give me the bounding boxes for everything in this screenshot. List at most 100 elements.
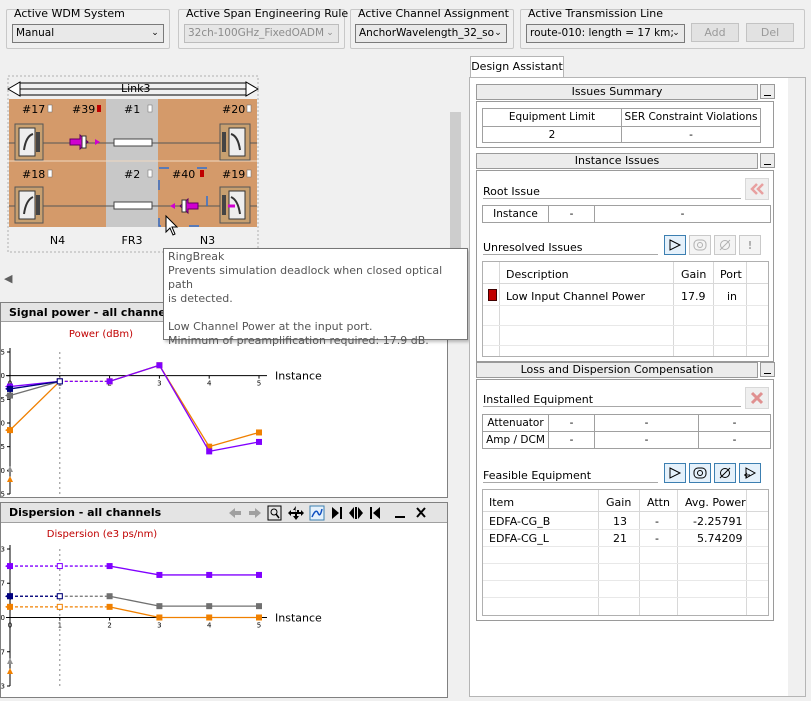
arrow-right-icon[interactable] (249, 508, 261, 518)
dcm-filter-icon[interactable] (689, 235, 711, 255)
sp-series-3-point (56, 378, 63, 385)
sp-series-0-point (256, 429, 262, 436)
amplifier-filter-icon[interactable] (664, 463, 686, 483)
dispersion-panel: Dispersion - all channels 1.93103 0.96551… (0, 502, 448, 698)
attenuator-filter-icon[interactable] (714, 235, 736, 255)
node-column-n4: N4 (49, 234, 66, 247)
tooltip-line3: Low Channel Power at the input port. (168, 320, 373, 333)
ringbreak-tooltip: RingBreak Prevents simulation deadlock w… (163, 248, 468, 347)
step-back-icon[interactable] (370, 507, 380, 519)
topology-vscroll-thumb[interactable] (450, 112, 461, 270)
issues-summary-section: Equipment Limit Violations SER Constrain… (476, 101, 774, 148)
minimize-icon[interactable] (395, 516, 405, 518)
span-rule-select[interactable]: 32ch-100GHz_FixedOADM ⌄ (184, 24, 339, 43)
pan-icon[interactable] (288, 506, 304, 520)
expand-icon[interactable] (349, 507, 363, 519)
chevron-down-icon: ⌄ (494, 28, 502, 38)
dp-series-3-point (106, 603, 113, 610)
issues-col-desc: Description (506, 268, 569, 281)
warning-filter-icon[interactable]: ! (739, 235, 761, 255)
design-assistant-vscrollbar[interactable] (788, 78, 805, 696)
dp-series-2-point (56, 593, 63, 600)
chevron-down-icon: ⌄ (326, 28, 334, 38)
sp-ytick-label: -20 (1, 467, 5, 475)
instance-1[interactable]: #1 (124, 103, 140, 116)
wdm-system-label: Active WDM System (14, 7, 125, 20)
transmission-line-label: Active Transmission Line (528, 7, 664, 20)
channel-assignment-select[interactable]: AnchorWavelength_32_so ⌄ (355, 24, 507, 43)
minimize-icon[interactable] (760, 84, 775, 99)
instance-2[interactable]: #2 (124, 168, 140, 181)
dp-outofrange-marker (7, 668, 13, 674)
dp-ytick-label: 0.965517 (1, 580, 5, 588)
dp-ytick-label: -0.965517 (1, 648, 5, 656)
dp-series-3-point (256, 614, 262, 621)
installed-amp-c3: - (698, 431, 771, 449)
dp-xtick-label: 0 (8, 622, 12, 630)
instance-19[interactable]: #19 (222, 168, 245, 181)
attenuator-filter-icon[interactable] (714, 463, 736, 483)
dp-series-1-point (156, 603, 163, 610)
feasible-power: 5.74209 (697, 532, 743, 545)
amp-dcm-filter-icon[interactable] (739, 463, 761, 483)
node-column-n3: N3 (199, 234, 216, 247)
root-issue-label: Root Issue (483, 185, 741, 199)
tab-design-assistant[interactable]: Design Assistant (470, 56, 564, 77)
minimize-icon[interactable] (760, 362, 775, 377)
loss-dispersion-header[interactable]: Loss and Dispersion Compensation (476, 362, 758, 378)
minimize-icon[interactable] (760, 153, 775, 168)
amplifier-filter-icon[interactable] (664, 235, 686, 255)
del-button[interactable]: Del (746, 23, 794, 42)
dp-xtick-label: 3 (157, 622, 161, 630)
arrow-left-icon[interactable] (229, 508, 241, 518)
issue-severity-marker (488, 289, 497, 301)
wdm-system-select[interactable]: Manual ⌄ (12, 24, 164, 43)
chevron-down-icon: ⌄ (672, 28, 680, 38)
sp-outofrange-marker (7, 466, 13, 472)
dp-series-3-point (56, 603, 63, 610)
instance-40[interactable]: #40 (172, 168, 195, 181)
feasible-gain: 13 (613, 515, 627, 528)
dp-series-3-segment (109, 606, 160, 619)
installed-attenuator-c3: - (698, 414, 771, 432)
dp-series-0-segment (109, 565, 160, 576)
feasible-power: -2.25791 (693, 515, 743, 528)
close-icon[interactable] (416, 507, 426, 518)
instance-20[interactable]: #20 (222, 103, 245, 116)
instance-18[interactable]: #18 (22, 168, 45, 181)
signal-power-title: Signal power - all channels (9, 306, 177, 319)
summary-val-ser: - (621, 126, 761, 143)
summary-col-ser: SER Constraint Violations (621, 108, 761, 127)
dp-series-3-point (156, 614, 163, 621)
sp-series-1-segment (109, 364, 160, 382)
dp-ytick-label: 0 (1, 614, 5, 622)
issue-port: in (727, 290, 738, 303)
instance-issues-header[interactable]: Instance Issues (476, 153, 758, 169)
feasible-col-attn: Attn (647, 496, 670, 509)
dispersion-title: Dispersion - all channels (9, 506, 162, 519)
dp-series-3-point (206, 614, 213, 621)
sp-ytick-label: -25 (1, 491, 5, 498)
instance-17[interactable]: #17 (22, 103, 45, 116)
zoom-icon[interactable] (267, 505, 282, 521)
sp-series-1-segment (158, 364, 210, 452)
collapse-all-icon[interactable] (745, 178, 769, 200)
add-button[interactable]: Add (691, 23, 739, 42)
instance-39[interactable]: #39 (72, 103, 95, 116)
dcm-filter-icon[interactable] (689, 463, 711, 483)
installed-amp-c2: - (594, 431, 699, 449)
summary-col-equipment: Equipment Limit Violations (482, 108, 622, 140)
feasible-col-power: Avg. Power (685, 496, 746, 509)
root-instance-detail: - (594, 205, 771, 223)
transmission-line-select[interactable]: route-010: length = 17 km; ⌄ (526, 24, 685, 43)
root-instance-label: Instance (482, 205, 549, 223)
chevron-down-icon: ⌄ (151, 28, 159, 38)
remove-equipment-icon[interactable] (745, 387, 769, 409)
channel-assignment-value: AnchorWavelength_32_so (359, 27, 495, 39)
step-forward-icon[interactable] (332, 507, 342, 519)
issues-summary-header[interactable]: Issues Summary (476, 84, 758, 100)
design-assistant-panel: Issues Summary Equipment Limit Violation… (469, 77, 806, 697)
scroll-left-icon[interactable]: ◀ (4, 272, 12, 285)
curve-icon[interactable] (309, 505, 325, 521)
node-device-17 (14, 123, 44, 161)
